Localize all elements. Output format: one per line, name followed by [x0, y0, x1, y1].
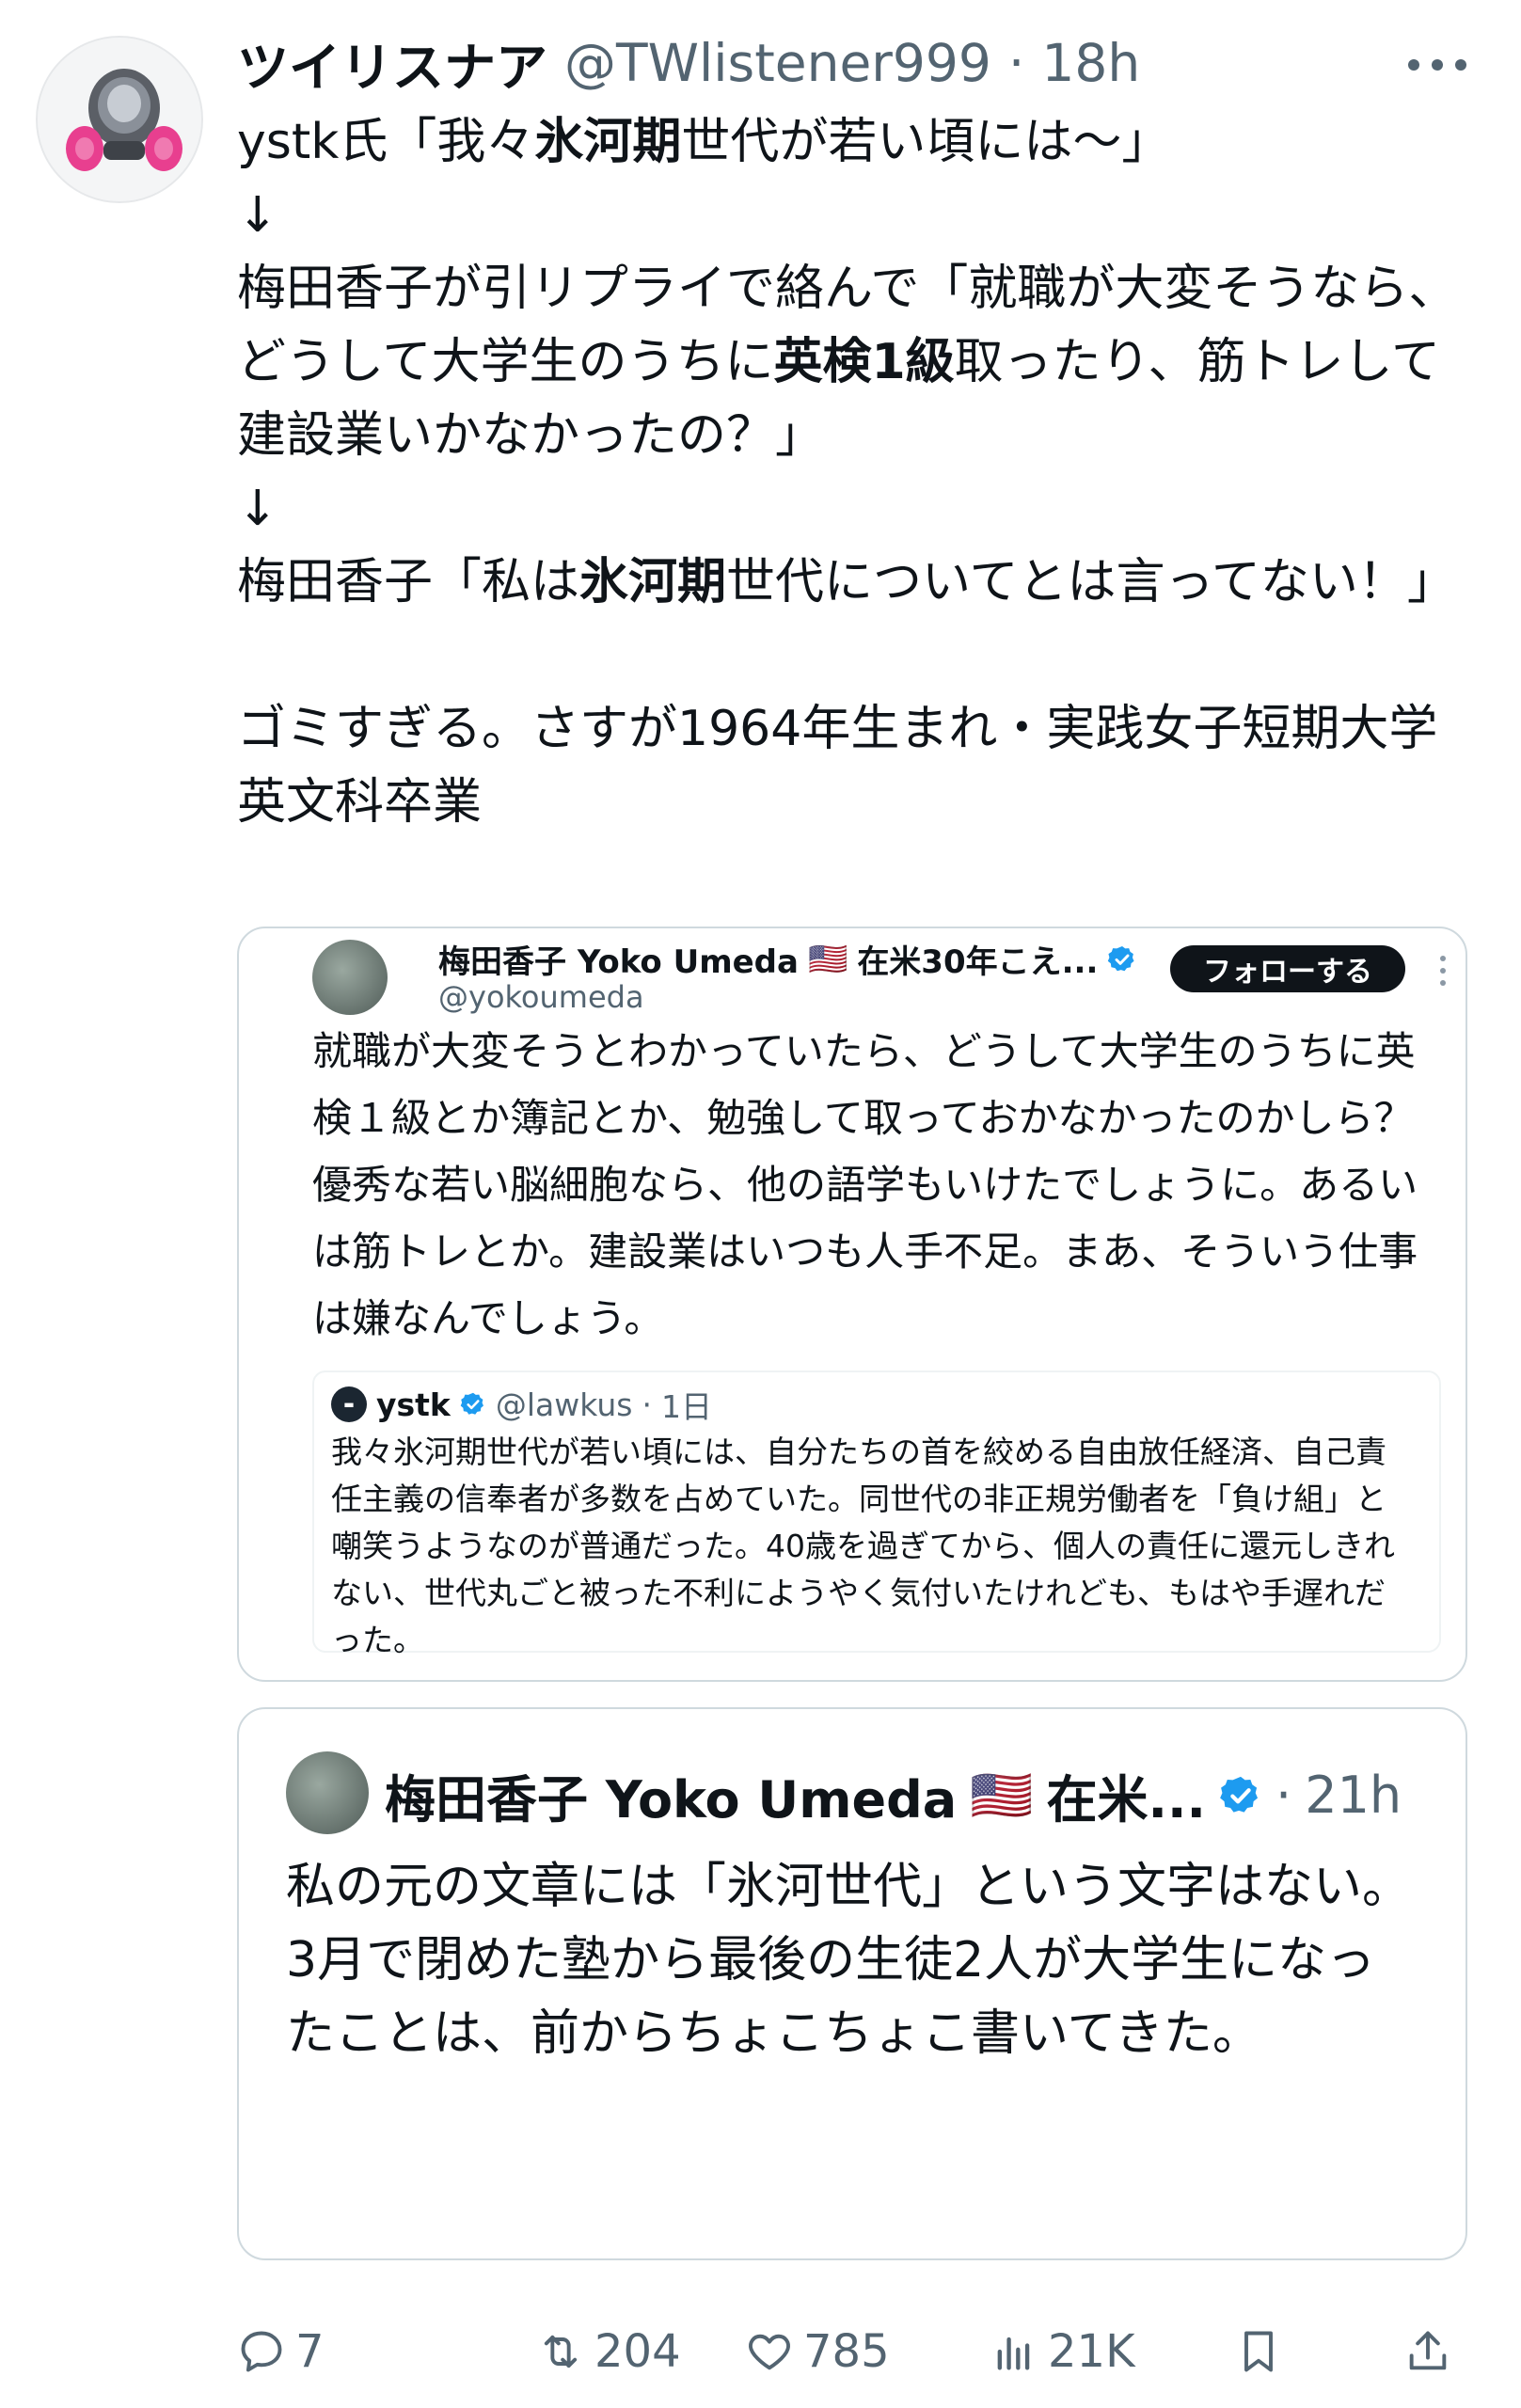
reply-author-name[interactable]: 梅田香子 Yoko Umeda: [385, 1758, 957, 1832]
reply-text-line: 私の元の文章には「氷河世代」という文字はない。: [286, 1859, 1412, 1915]
verified-badge-icon: [460, 1392, 483, 1415]
nested-quote-header: ▬ ystk @lawkus · 1日: [331, 1382, 712, 1427]
author-avatar[interactable]: [36, 36, 203, 203]
nested-quote-text: 我々氷河期世代が若い頃には、自分たちの首を絞める自由放任経済、自己責任主義の信奉…: [331, 1434, 1395, 1658]
timestamp[interactable]: 18h: [1041, 33, 1140, 93]
reply-author-avatar[interactable]: [286, 1751, 369, 1834]
bookmark-icon: [1244, 2331, 1273, 2372]
quoted-tweet-text: 就職が大変そうとわかっていたら、どうして大学生のうちに英検１級とか簿記とか、勉強…: [312, 1028, 1418, 1341]
quoted-author-row: 梅田香子 Yoko Umeda 🇺🇸 在米30年こえ...: [438, 936, 1137, 982]
verified-badge-icon: [1220, 1776, 1259, 1813]
reply-timestamp[interactable]: 21h: [1305, 1766, 1402, 1825]
tweet-text-line: ystk氏「我々氷河期世代が若い頃には〜」: [237, 105, 1479, 179]
tweet-text-bold-segment: 氷河期: [534, 114, 682, 170]
tweet-text: ystk氏「我々氷河期世代が若い頃には〜」 ↓ 梅田香子が引リプライで絡んで「就職が…: [237, 105, 1479, 839]
nested-timestamp[interactable]: 1日: [661, 1382, 712, 1427]
more-options-icon[interactable]: [1400, 41, 1475, 88]
nested-author-avatar[interactable]: ▬: [331, 1386, 367, 1422]
quoted-author-name-suffix: 在米30年こえ...: [857, 943, 1099, 981]
follow-button[interactable]: フォローする: [1170, 945, 1405, 992]
tweet-text-segment: 世代についてとは言ってない！」: [726, 554, 1456, 610]
tweet-text-segment: 世代が若い頃には〜」: [681, 114, 1171, 170]
reply-header: 梅田香子 Yoko Umeda 🇺🇸 在米... · 21h: [385, 1758, 1402, 1832]
view-count: 21K: [1048, 2325, 1135, 2378]
retweet-icon: [544, 2335, 578, 2368]
like-count: 785: [803, 2325, 890, 2378]
tweet-text-line: ↓: [237, 179, 1479, 252]
separator: ·: [1007, 33, 1025, 93]
us-flag-icon: 🇺🇸: [970, 1765, 1034, 1825]
quoted-tweet-card[interactable]: 梅田香子 Yoko Umeda 🇺🇸 在米30年こえ... @yokoumeda…: [237, 927, 1467, 1682]
separator: ·: [642, 1386, 652, 1423]
share-action[interactable]: [1403, 2314, 1452, 2389]
reply-icon: [241, 2331, 282, 2372]
embedded-reply-tweet[interactable]: 梅田香子 Yoko Umeda 🇺🇸 在米... · 21h 私の元の文章には「…: [237, 1707, 1467, 2260]
views-chart-icon: [997, 2337, 1030, 2370]
tweet-text-segment: ↓: [237, 481, 278, 537]
tweet-text-line: ゴミすぎる。さすが1964年生まれ・実践女子短期大学英文科卒業: [237, 692, 1479, 839]
views-action[interactable]: 21K: [990, 2314, 1135, 2389]
tweet-text-line: 梅田香子が引リプライで絡んで「就職が大変そうなら、どうして大学生のうちに英検1級…: [237, 252, 1479, 472]
quoted-author-handle[interactable]: @yokoumeda: [438, 979, 644, 1015]
tweet-text-bold-segment: 氷河期: [579, 554, 727, 610]
tweet: ツイリスナア @TWlistener999 · 18h ystk氏「我々氷河期世…: [0, 0, 1521, 2408]
nested-quoted-tweet[interactable]: ▬ ystk @lawkus · 1日 我々氷河期世代が若い頃には、自分たちの首…: [312, 1370, 1441, 1658]
reply-text: 私の元の文章には「氷河世代」という文字はない。 3月で閉めた塾から最後の生徒2人…: [286, 1850, 1415, 2070]
tweet-text-line: [237, 619, 1479, 692]
like-action[interactable]: 785: [745, 2314, 890, 2389]
tweet-text-segment: ↓: [237, 187, 278, 244]
nested-author-name[interactable]: ystk: [376, 1386, 451, 1423]
share-icon: [1409, 2331, 1447, 2370]
reply-action[interactable]: 7: [237, 2314, 325, 2389]
tweet-text-line: ↓: [237, 472, 1479, 546]
quoted-more-options-icon[interactable]: [1434, 947, 1452, 994]
tweet-text-line: 梅田香子「私は氷河期世代についてとは言ってない！」: [237, 546, 1479, 619]
quoted-author-avatar[interactable]: [312, 940, 388, 1015]
tweet-text-segment: 梅田香子「私は: [237, 554, 580, 610]
gas-mask-icon: [38, 38, 201, 201]
tweet-text-segment: ゴミすぎる。さすが1964年生まれ・実践女子短期大学英文科卒業: [237, 701, 1438, 831]
bookmark-action[interactable]: [1234, 2314, 1283, 2389]
reply-author-name-suffix: 在米...: [1046, 1770, 1207, 1830]
author-name[interactable]: ツイリスナア: [237, 25, 547, 101]
tweet-text-segment: ystk氏「我々: [237, 114, 535, 170]
retweet-action[interactable]: 204: [536, 2314, 681, 2389]
separator: ·: [1275, 1766, 1292, 1825]
quoted-author-name[interactable]: 梅田香子 Yoko Umeda: [438, 936, 799, 982]
heart-icon: [749, 2334, 790, 2370]
action-bar: 7 204 785 21K: [237, 2314, 1488, 2389]
reply-text-line: 3月で閉めた塾から最後の生徒2人が大学生になったことは、前からちょこちょこ書いて…: [286, 1932, 1376, 2062]
tweet-header: ツイリスナア @TWlistener999 · 18h: [237, 28, 1460, 98]
retweet-count: 204: [594, 2325, 681, 2378]
tweet-text-bold-segment: 英検1級: [773, 334, 955, 390]
author-handle[interactable]: @TWlistener999: [564, 33, 991, 93]
nested-author-handle[interactable]: @lawkus: [496, 1386, 633, 1423]
verified-badge-icon: [1108, 945, 1134, 971]
us-flag-icon: 🇺🇸: [807, 940, 848, 978]
reply-count: 7: [295, 2325, 325, 2378]
